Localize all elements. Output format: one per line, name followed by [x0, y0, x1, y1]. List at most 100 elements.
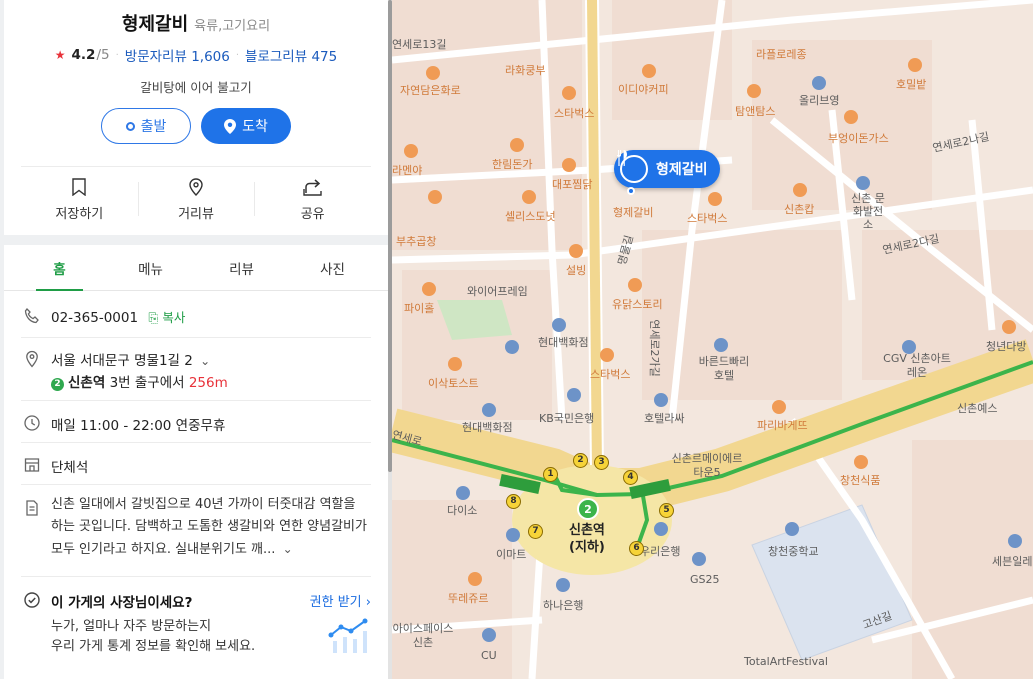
cafe-poi-icon[interactable]	[600, 348, 614, 362]
map-label[interactable]: KB국민은행	[539, 410, 594, 426]
bank-poi-icon[interactable]	[654, 522, 668, 536]
cafe-poi-icon[interactable]	[708, 192, 722, 206]
copy-button[interactable]: ⎘ 복사	[148, 310, 185, 325]
restaurant-poi-icon[interactable]	[844, 110, 858, 124]
restaurant-poi-icon[interactable]	[404, 144, 418, 158]
map-label[interactable]: 와이어프레임	[467, 283, 528, 299]
map-label[interactable]: 라화쿵부	[505, 62, 545, 78]
map-label[interactable]: 현대백화점	[538, 334, 589, 350]
map-label[interactable]: 이디야커피	[618, 81, 669, 97]
map-label[interactable]: 아이스페이스 신촌	[392, 622, 454, 650]
tab-home[interactable]: 홈	[14, 245, 105, 291]
map-label[interactable]: 하나은행	[543, 597, 583, 613]
cafe-poi-icon[interactable]	[908, 58, 922, 72]
map-label[interactable]: 청년다방	[986, 338, 1026, 354]
map-label[interactable]: 신촌캅	[784, 201, 814, 217]
shop-poi-icon[interactable]	[506, 528, 520, 542]
convenience-store-icon[interactable]	[692, 552, 706, 566]
culture-poi-icon[interactable]	[856, 176, 870, 190]
hotel-poi-icon[interactable]	[714, 338, 728, 352]
exit-2-badge[interactable]: 2	[573, 453, 588, 468]
share-button[interactable]: 공유	[254, 178, 371, 222]
convenience-store-icon[interactable]	[482, 628, 496, 642]
cafe-poi-icon[interactable]	[747, 84, 761, 98]
expand-chevron-icon[interactable]: ⌄	[283, 542, 293, 556]
map-label[interactable]: CU	[481, 649, 497, 662]
map-label[interactable]: 신촌예스	[957, 400, 997, 416]
arrive-button[interactable]: 도착	[201, 108, 291, 144]
map-label[interactable]: 부추곱창	[396, 233, 436, 249]
map-label[interactable]: 한림돈가	[492, 156, 532, 172]
exit-6-badge[interactable]: 6	[629, 541, 644, 556]
map-label[interactable]: 유닭스토리	[612, 296, 663, 312]
cafe-poi-icon[interactable]	[569, 244, 583, 258]
school-poi-icon[interactable]	[785, 522, 799, 536]
map-label[interactable]: 셀리스도넛	[505, 208, 556, 224]
map-label[interactable]: 올리브영	[799, 92, 839, 108]
map-label[interactable]: 호밀밭	[896, 76, 926, 92]
map-label[interactable]: 호텔라싸	[644, 410, 684, 426]
restaurant-poi-icon[interactable]	[522, 190, 536, 204]
shop-poi-icon[interactable]	[482, 403, 496, 417]
exit-3-badge[interactable]: 3	[594, 455, 609, 470]
station-label[interactable]: 신촌역 (지하)	[569, 522, 605, 556]
map-label[interactable]: 라멘야	[392, 162, 422, 178]
map-label[interactable]: 세븐일레	[992, 553, 1032, 569]
exit-4-badge[interactable]: 4	[623, 470, 638, 485]
exit-5-badge[interactable]: 5	[659, 503, 674, 518]
map-label[interactable]: 자연담은화로	[400, 82, 461, 98]
map-label[interactable]: 이마트	[496, 546, 526, 562]
visitor-reviews-link[interactable]: 방문자리뷰 1,606	[125, 45, 230, 65]
map-label[interactable]: 현대백화점	[462, 419, 513, 435]
place-marker[interactable]: 형제갈비	[614, 150, 720, 188]
map-label[interactable]: 신촌르메이에르 타운5	[667, 452, 747, 480]
map-label[interactable]: 탐앤탐스	[735, 103, 775, 119]
cafe-poi-icon[interactable]	[793, 183, 807, 197]
chevron-down-icon[interactable]: ⌄	[200, 350, 210, 372]
cafe-poi-icon[interactable]	[772, 400, 786, 414]
map-label[interactable]: 부엉이돈가스	[828, 130, 889, 146]
restaurant-poi-icon[interactable]	[854, 455, 868, 469]
map-label[interactable]: 대포찜닭	[552, 176, 592, 192]
map-label[interactable]: 라플로레종	[756, 46, 807, 62]
map-label[interactable]: 다이소	[447, 502, 477, 518]
parking-icon[interactable]	[505, 340, 519, 354]
bank-poi-icon[interactable]	[567, 388, 581, 402]
address-line[interactable]: 서울 서대문구 명물1길 2 ⌄	[51, 350, 228, 372]
map-label[interactable]: 스타벅스	[554, 105, 594, 121]
phone-number[interactable]: 02-365-0001	[51, 310, 138, 326]
map-label[interactable]: 창천중학교	[768, 543, 819, 559]
start-button[interactable]: 출발	[101, 108, 191, 144]
cafe-poi-icon[interactable]	[642, 64, 656, 78]
map-label[interactable]: 형제갈비	[613, 204, 653, 220]
map-label[interactable]: 스타벅스	[687, 210, 727, 226]
tab-review[interactable]: 리뷰	[196, 245, 287, 290]
map-label[interactable]: 신촌 문화발전소	[848, 192, 888, 231]
restaurant-poi-icon[interactable]	[448, 357, 462, 371]
restaurant-poi-icon[interactable]	[628, 278, 642, 292]
bank-poi-icon[interactable]	[556, 578, 570, 592]
hotel-poi-icon[interactable]	[654, 393, 668, 407]
exit-8-badge[interactable]: 8	[506, 494, 521, 509]
restaurant-poi-icon[interactable]	[426, 66, 440, 80]
exit-7-badge[interactable]: 7	[528, 524, 543, 539]
cafe-poi-icon[interactable]	[1002, 320, 1016, 334]
tab-menu[interactable]: 메뉴	[105, 245, 196, 290]
description-text[interactable]: 신촌 일대에서 갈빗집으로 40년 가까이 터줏대감 역할을 하는 곳입니다. …	[51, 494, 371, 561]
map-label[interactable]: 스타벅스	[590, 366, 630, 382]
tab-photo[interactable]: 사진	[287, 245, 378, 290]
map-label[interactable]: 바른드빠리 호텔	[698, 355, 750, 383]
map-label[interactable]: 설빙	[566, 262, 586, 278]
blog-reviews-link[interactable]: 블로그리뷰 475	[245, 45, 337, 65]
shop-poi-icon[interactable]	[552, 318, 566, 332]
map-label[interactable]: 창천식품	[840, 472, 880, 488]
map-label[interactable]: CGV 신촌아트레온	[882, 352, 952, 380]
claim-permission-link[interactable]: 권한 받기 ›	[310, 591, 371, 610]
restaurant-poi-icon[interactable]	[428, 190, 442, 204]
shop-poi-icon[interactable]	[456, 486, 470, 500]
map-label[interactable]: TotalArtFestival	[744, 655, 828, 668]
map-label[interactable]: 뚜레쥬르	[448, 590, 488, 606]
cafe-poi-icon[interactable]	[562, 86, 576, 100]
map-label[interactable]: 파리바게뜨	[757, 417, 808, 433]
shop-poi-icon[interactable]	[812, 76, 826, 90]
